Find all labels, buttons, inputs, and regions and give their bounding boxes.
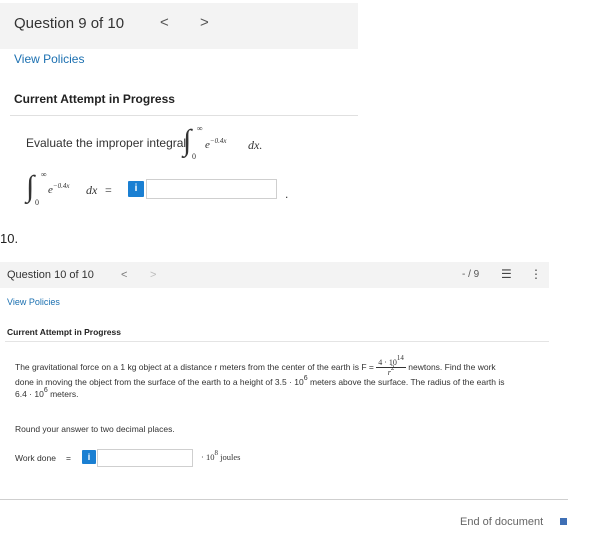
q10-statement-line3: 6.4 · 106 meters. <box>15 387 79 399</box>
q9-prev-chevron-icon[interactable]: < <box>160 14 169 31</box>
q9-lower-limit: 0 <box>192 152 196 161</box>
q10-rounding-note: Round your answer to two decimal places. <box>15 424 175 434</box>
q9-answer-input[interactable] <box>146 179 277 199</box>
q10-page-indicator: - / 9 <box>462 269 480 280</box>
q10-divider <box>5 341 549 342</box>
q9-next-chevron-icon[interactable]: > <box>200 14 209 31</box>
q10-title: Question 10 of 10 <box>7 269 94 281</box>
q9-answer-lower-limit: 0 <box>35 198 39 207</box>
q9-period: . <box>285 187 289 201</box>
q10-line3-tail: meters. <box>47 389 79 399</box>
q10-more-icon[interactable]: ⋮ <box>530 267 542 281</box>
q10-view-policies-link[interactable]: View Policies <box>7 297 60 307</box>
footer-divider <box>0 499 568 500</box>
q9-integrand: e−0.4x <box>205 137 227 151</box>
end-of-document-square-icon <box>560 518 567 525</box>
q9-integrand-exp: −0.4x <box>209 137 227 145</box>
q9-integral-sign: ∫ <box>183 124 192 157</box>
q10-line2-text: done in moving the object from the surfa… <box>15 377 304 387</box>
q10-line1-tail: newtons. Find the work <box>408 361 496 372</box>
q10-fraction-denominator: r2 <box>376 364 406 377</box>
q10-statement-line2: done in moving the object from the surfa… <box>15 375 505 387</box>
q9-title: Question 9 of 10 <box>14 15 125 32</box>
q9-upper-limit: ∞ <box>197 124 203 133</box>
q10-line2-exp: 6 <box>303 375 308 382</box>
q10-answer-input[interactable] <box>97 449 193 467</box>
end-of-document-text: End of document <box>460 516 544 528</box>
q9-info-icon[interactable]: i <box>128 181 144 197</box>
q9-view-policies-link[interactable]: View Policies <box>14 52 84 66</box>
q10-unit-base: · 10 <box>201 452 215 462</box>
q10-list-icon[interactable]: ☰ <box>501 267 512 281</box>
q10-line3-text: 6.4 · 10 <box>15 389 44 399</box>
q9-attempt-heading: Current Attempt in Progress <box>14 92 175 106</box>
q10-statement-line1: The gravitational force on a 1 kg object… <box>15 354 496 377</box>
q9-prompt: Evaluate the improper integral <box>26 136 187 150</box>
q9-answer-integral-sign: ∫ <box>26 170 35 203</box>
q10-line2-tail: meters above the surface. The radius of … <box>307 377 505 387</box>
q10-unit: · 108 joules <box>201 449 241 462</box>
q9-answer-dx: dx <box>86 183 98 197</box>
q10-attempt-heading: Current Attempt in Progress <box>7 327 121 337</box>
q10-equals: = <box>66 453 71 463</box>
q10-unit-joules: joules <box>217 452 241 462</box>
q10-work-label: Work done <box>15 453 56 463</box>
q9-dx: dx. <box>248 138 263 152</box>
q10-prev-chevron-icon[interactable]: < <box>121 269 127 281</box>
q9-answer-integrand-exp: −0.4x <box>52 182 70 190</box>
q9-answer-integrand: e−0.4x <box>48 182 70 196</box>
q10-frac-num: 4 · 10 <box>378 358 397 367</box>
q10-next-chevron-icon[interactable]: > <box>150 269 156 281</box>
q9-answer-upper-limit: ∞ <box>41 170 47 179</box>
q10-unit-exp: 8 <box>214 449 218 457</box>
q9-divider <box>10 115 358 116</box>
q10-info-icon[interactable]: i <box>82 450 96 464</box>
q10-frac-num-exp: 14 <box>396 354 404 362</box>
q10-frac-den-exp: 2 <box>390 364 395 372</box>
q10-force-fraction: 4 · 1014 r2 <box>376 354 406 377</box>
question-number-10: 10. <box>0 231 19 246</box>
q9-answer-equals: = <box>105 183 112 197</box>
q10-line3-exp: 6 <box>43 387 48 394</box>
q10-line1-text: The gravitational force on a 1 kg object… <box>15 361 374 372</box>
